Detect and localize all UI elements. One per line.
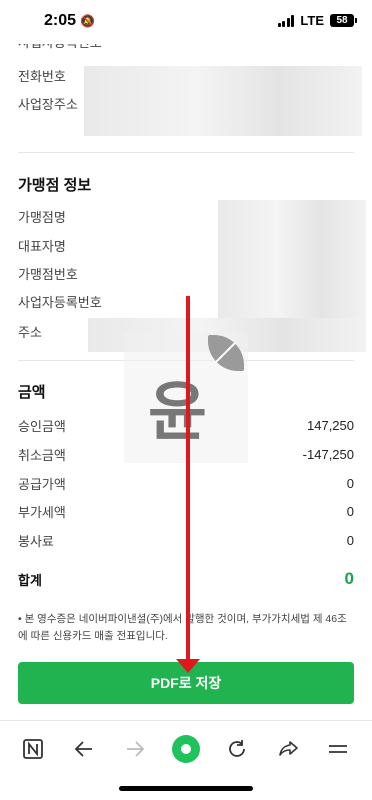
row-label: 부가세액	[18, 504, 66, 520]
home-indicator	[119, 786, 253, 791]
row-value: 0	[346, 503, 354, 519]
annotation-arrow-line	[186, 296, 190, 664]
browser-toolbar	[0, 720, 372, 776]
redacted-block	[218, 200, 366, 320]
row-label: 취소금액	[18, 447, 66, 463]
annotation-arrow-head	[176, 659, 200, 673]
signal-icon	[277, 14, 295, 27]
row-label: 주소	[18, 324, 42, 340]
leaf-icon	[208, 335, 244, 371]
row-value: 0	[346, 532, 354, 548]
bell-muted-icon: 🔕	[80, 14, 95, 28]
total-value: 0	[344, 569, 354, 588]
share-icon[interactable]	[270, 731, 306, 767]
row-value: 0	[346, 475, 354, 491]
section-title-amount: 금액	[18, 384, 46, 401]
clock-text: 2:05	[44, 12, 77, 29]
total-label: 합계	[18, 572, 42, 588]
status-time: 2:05 🔕	[44, 12, 95, 30]
reload-icon[interactable]	[219, 731, 255, 767]
forward-arrow-icon[interactable]	[117, 731, 153, 767]
network-label: LTE	[300, 13, 324, 28]
watermark-text: 윤	[148, 376, 207, 450]
row-label: 공급가액	[18, 476, 66, 492]
divider	[18, 152, 354, 153]
row-value: -147,250	[302, 446, 354, 462]
status-bar: 2:05 🔕 LTE 58	[0, 0, 372, 44]
green-dot-icon[interactable]	[168, 731, 204, 767]
row-value: 147,250	[307, 417, 354, 433]
row-label: 가맹점번호	[18, 266, 78, 282]
section-title-merchant: 가맹점 정보	[18, 177, 92, 194]
back-arrow-icon[interactable]	[66, 731, 102, 767]
row-label: 대표자명	[18, 238, 66, 254]
row-label: 가맹점명	[18, 209, 66, 225]
status-indicators: LTE 58	[277, 13, 357, 28]
row-label: 사업자등록번호	[18, 294, 102, 310]
menu-icon[interactable]	[320, 731, 356, 767]
row-label: 전화번호	[18, 68, 66, 84]
row-label: 봉사료	[18, 533, 54, 549]
naver-home-icon[interactable]	[15, 731, 51, 767]
row-label: 승인금액	[18, 418, 66, 434]
battery-icon: 58	[330, 14, 357, 27]
row-label: 사업장주소	[18, 96, 78, 112]
redacted-block	[84, 66, 362, 136]
